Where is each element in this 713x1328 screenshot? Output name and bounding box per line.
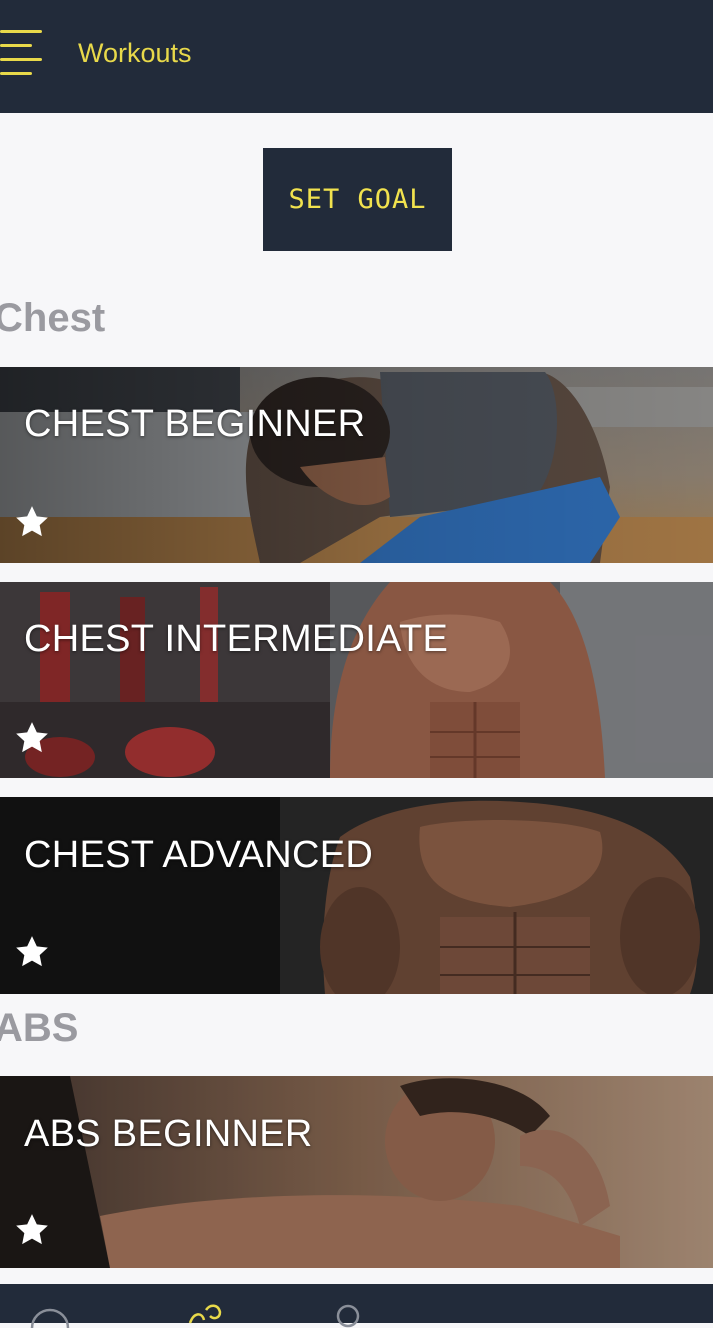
workout-label: CHEST INTERMEDIATE (24, 618, 449, 660)
workout-photo (0, 367, 713, 563)
workout-icon[interactable] (186, 1298, 226, 1328)
hamburger-menu-icon[interactable] (0, 30, 42, 76)
section-title-chest: Chest (0, 296, 106, 340)
workout-photo (0, 582, 713, 778)
workout-photo (0, 1076, 713, 1268)
star-icon[interactable] (12, 932, 52, 972)
workout-card-abs-beginner[interactable]: ABS BEGINNER (0, 1076, 713, 1268)
star-icon[interactable] (12, 718, 52, 758)
app-bar: Workouts (0, 0, 713, 113)
workout-photo (0, 797, 713, 994)
workout-card-chest-advanced[interactable]: CHEST ADVANCED (0, 797, 713, 994)
section-title-abs: ABS (0, 1006, 79, 1050)
page-title: Workouts (78, 38, 192, 68)
set-goal-button[interactable]: SET GOAL (263, 148, 452, 251)
profile-icon[interactable] (330, 1298, 366, 1328)
workout-card-chest-intermediate[interactable]: CHEST INTERMEDIATE (0, 582, 713, 778)
clock-icon[interactable] (28, 1298, 72, 1328)
workout-label: CHEST ADVANCED (24, 834, 374, 876)
workout-label: ABS BEGINNER (24, 1113, 313, 1155)
star-icon[interactable] (12, 502, 52, 542)
bottom-navigation (0, 1284, 713, 1328)
star-icon[interactable] (12, 1210, 52, 1250)
workout-label: CHEST BEGINNER (24, 403, 366, 445)
workout-card-chest-beginner[interactable]: CHEST BEGINNER (0, 367, 713, 563)
